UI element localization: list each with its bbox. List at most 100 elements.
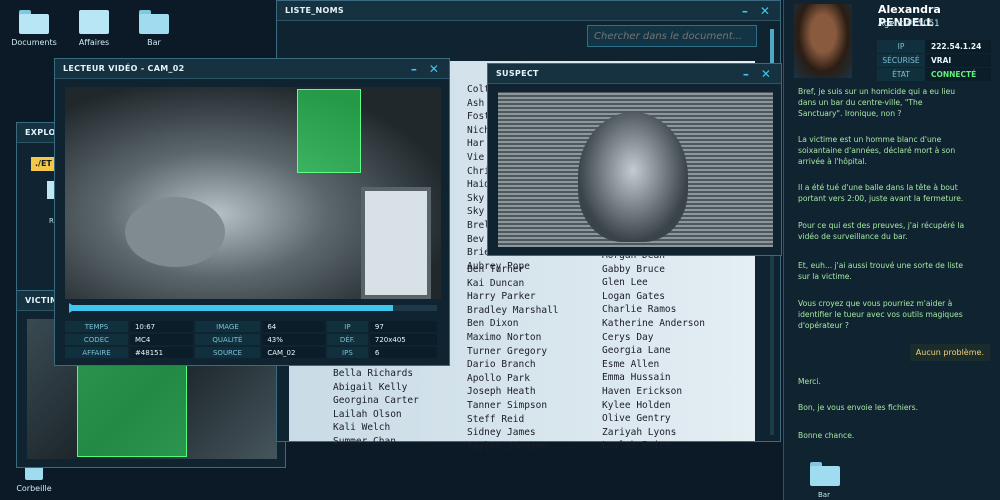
meta-key: DÉF. <box>326 334 368 345</box>
list-item: Joseph Heath <box>467 386 536 398</box>
chat-folder-attachment[interactable] <box>810 462 840 492</box>
list-item: Maximo Norton <box>467 331 542 343</box>
video-progress-fill <box>69 305 393 311</box>
list-item: Summer Chan <box>333 435 396 447</box>
minimize-icon[interactable]: – <box>738 4 752 18</box>
agent-info-key: SÉCURISÉ <box>877 54 925 67</box>
agent-info-table: IP 222.54.1.24 SÉCURISÉ VRAI ÉTAT CONNECTÉ <box>877 40 991 82</box>
cabinet-icon <box>79 10 109 34</box>
video-title-bar: LECTEUR VIDÉO - CAM_02 – ✕ <box>55 59 449 79</box>
meta-value: 10:67 <box>129 321 193 332</box>
list-item: Turner Gregory <box>467 345 548 357</box>
list-item: Charlie Ramos <box>602 304 677 316</box>
round-table <box>125 197 225 267</box>
list-item: Laylah Price <box>602 440 671 452</box>
minimize-icon[interactable]: – <box>739 67 753 81</box>
list-item: Abigail Kelly <box>333 381 408 393</box>
list-item: Lailah Olson <box>333 408 402 420</box>
names-title-bar: LISTE_NOMS – ✕ <box>277 1 780 21</box>
list-item: Bradley Marshall <box>467 304 559 316</box>
list-item: Kai Duncan <box>467 277 525 289</box>
agent-info-value: 222.54.1.24 <box>925 40 991 53</box>
meta-key: AFFAIRE <box>65 347 128 358</box>
list-item: Zariyah Lyons <box>602 426 677 438</box>
agent-info-value: CONNECTÉ <box>925 68 991 81</box>
meta-value: MC4 <box>129 334 193 345</box>
video-frame[interactable] <box>65 87 441 299</box>
list-item: Esme Allen <box>602 358 660 370</box>
agent-id: Agent #F5051 <box>878 19 940 29</box>
chat-message: Bon, je vous envoie les fichiers. <box>798 403 919 412</box>
chat-message: Bonne chance. <box>798 431 855 440</box>
meta-value: 97 <box>369 321 437 332</box>
desktop-icon-documents[interactable]: Documents <box>4 10 64 47</box>
list-item: Olive Gentry <box>602 413 671 425</box>
meta-key: IMAGE <box>194 321 261 332</box>
list-item: Steff Reid <box>467 413 525 425</box>
table-row: CODEC MC4 QUALITÉ 43% DÉF. 720x405 <box>65 334 437 345</box>
meta-value: CAM_02 <box>262 347 325 358</box>
chat-message: Pour ce qui est des preuves, j'ai récupé… <box>798 221 965 241</box>
agent-info-key: ÉTAT <box>877 68 925 81</box>
list-item: Harry Parker <box>467 291 536 303</box>
close-icon[interactable]: ✕ <box>427 62 441 76</box>
meta-value: 64 <box>262 321 325 332</box>
list-item: Gabby Bruce <box>602 263 665 275</box>
meta-value: 43% <box>262 334 325 345</box>
face-scan-overlay <box>77 365 187 457</box>
close-icon[interactable]: ✕ <box>758 4 772 18</box>
list-item: Ben Turner <box>467 264 525 275</box>
suspect-title: SUSPECT <box>496 69 539 78</box>
suspect-face <box>578 112 688 242</box>
suspect-title-bar: SUSPECT – ✕ <box>488 64 781 84</box>
play-icon[interactable] <box>69 303 77 313</box>
list-item: Georgia Lane <box>602 345 671 357</box>
list-item: Taylor Johnson <box>467 440 548 452</box>
meta-value: 6 <box>369 347 437 358</box>
list-item: Bella Richards <box>333 368 414 379</box>
list-item: Cerys Day <box>602 331 654 343</box>
list-item: Kylee Holden <box>602 399 671 411</box>
chat-message: Et, euh... j'ai aussi trouvé une sorte d… <box>798 261 964 281</box>
list-item: Tanner Simpson <box>467 399 548 411</box>
chat-message: Merci. <box>798 377 821 386</box>
list-item: Kali Welch <box>333 422 391 434</box>
agent-panel: Alexandra PENDELL Agent #F5051 IP 222.54.… <box>783 0 1000 500</box>
video-title: LECTEUR VIDÉO - CAM_02 <box>63 64 185 73</box>
video-player-window[interactable]: LECTEUR VIDÉO - CAM_02 – ✕ TEMPS 10:67 IMA… <box>54 58 450 366</box>
close-icon[interactable]: ✕ <box>759 67 773 81</box>
list-item: Glen Lee <box>602 277 648 289</box>
desktop-icon-bar[interactable]: Bar <box>124 10 184 47</box>
agent-info-row: SÉCURISÉ VRAI <box>877 54 991 67</box>
desktop-icon-affaires[interactable]: Affaires <box>64 10 124 47</box>
video-progress-bar[interactable] <box>69 305 437 311</box>
table-row: TEMPS 10:67 IMAGE 64 IP 97 <box>65 321 437 332</box>
names-column-b: Ben Turner Kai Duncan Harry Parker Bradley … <box>467 263 559 453</box>
folder-icon <box>139 10 169 34</box>
desktop-icon-label: Bar <box>147 38 161 47</box>
list-item: Ben Dixon <box>467 318 519 330</box>
chat-message: Bref, je suis sur un homicide qui a eu l… <box>798 87 956 118</box>
desktop-icon-label: Corbeille <box>16 484 52 493</box>
desktop-icon-label: Documents <box>11 38 57 47</box>
list-item: Katherine Anderson <box>602 317 705 329</box>
list-item: Haven Erickson <box>602 385 683 397</box>
names-column-c: Morgan DeanGabby BruceGlen LeeLogan Gate… <box>602 249 705 453</box>
meta-key: IP <box>326 321 368 332</box>
chat-folder-label: Bar <box>818 491 830 499</box>
minimize-icon[interactable]: – <box>407 62 421 76</box>
agent-info-row: IP 222.54.1.24 <box>877 40 991 53</box>
meta-key: IPS <box>326 347 368 358</box>
suspect-photo <box>498 92 773 247</box>
meta-key: CODEC <box>65 334 128 345</box>
names-column-a: Bella Richards Abigail Kelly Georgina Cart… <box>333 367 419 449</box>
names-title: LISTE_NOMS <box>285 6 344 15</box>
search-input[interactable] <box>587 25 757 47</box>
chat-message: La victime est un homme blanc d'une soix… <box>798 135 956 166</box>
agent-info-value: VRAI <box>925 54 991 67</box>
table-row: AFFAIRE #48151 SOURCE CAM_02 IPS 6 <box>65 347 437 358</box>
video-metadata-table: TEMPS 10:67 IMAGE 64 IP 97 CODEC MC4 QUALITÉ 43% D… <box>63 319 439 360</box>
chat-reply: Aucun problème. <box>909 344 990 361</box>
list-item: Emma Hussain <box>602 372 671 384</box>
suspect-window[interactable]: SUSPECT – ✕ <box>487 63 782 256</box>
